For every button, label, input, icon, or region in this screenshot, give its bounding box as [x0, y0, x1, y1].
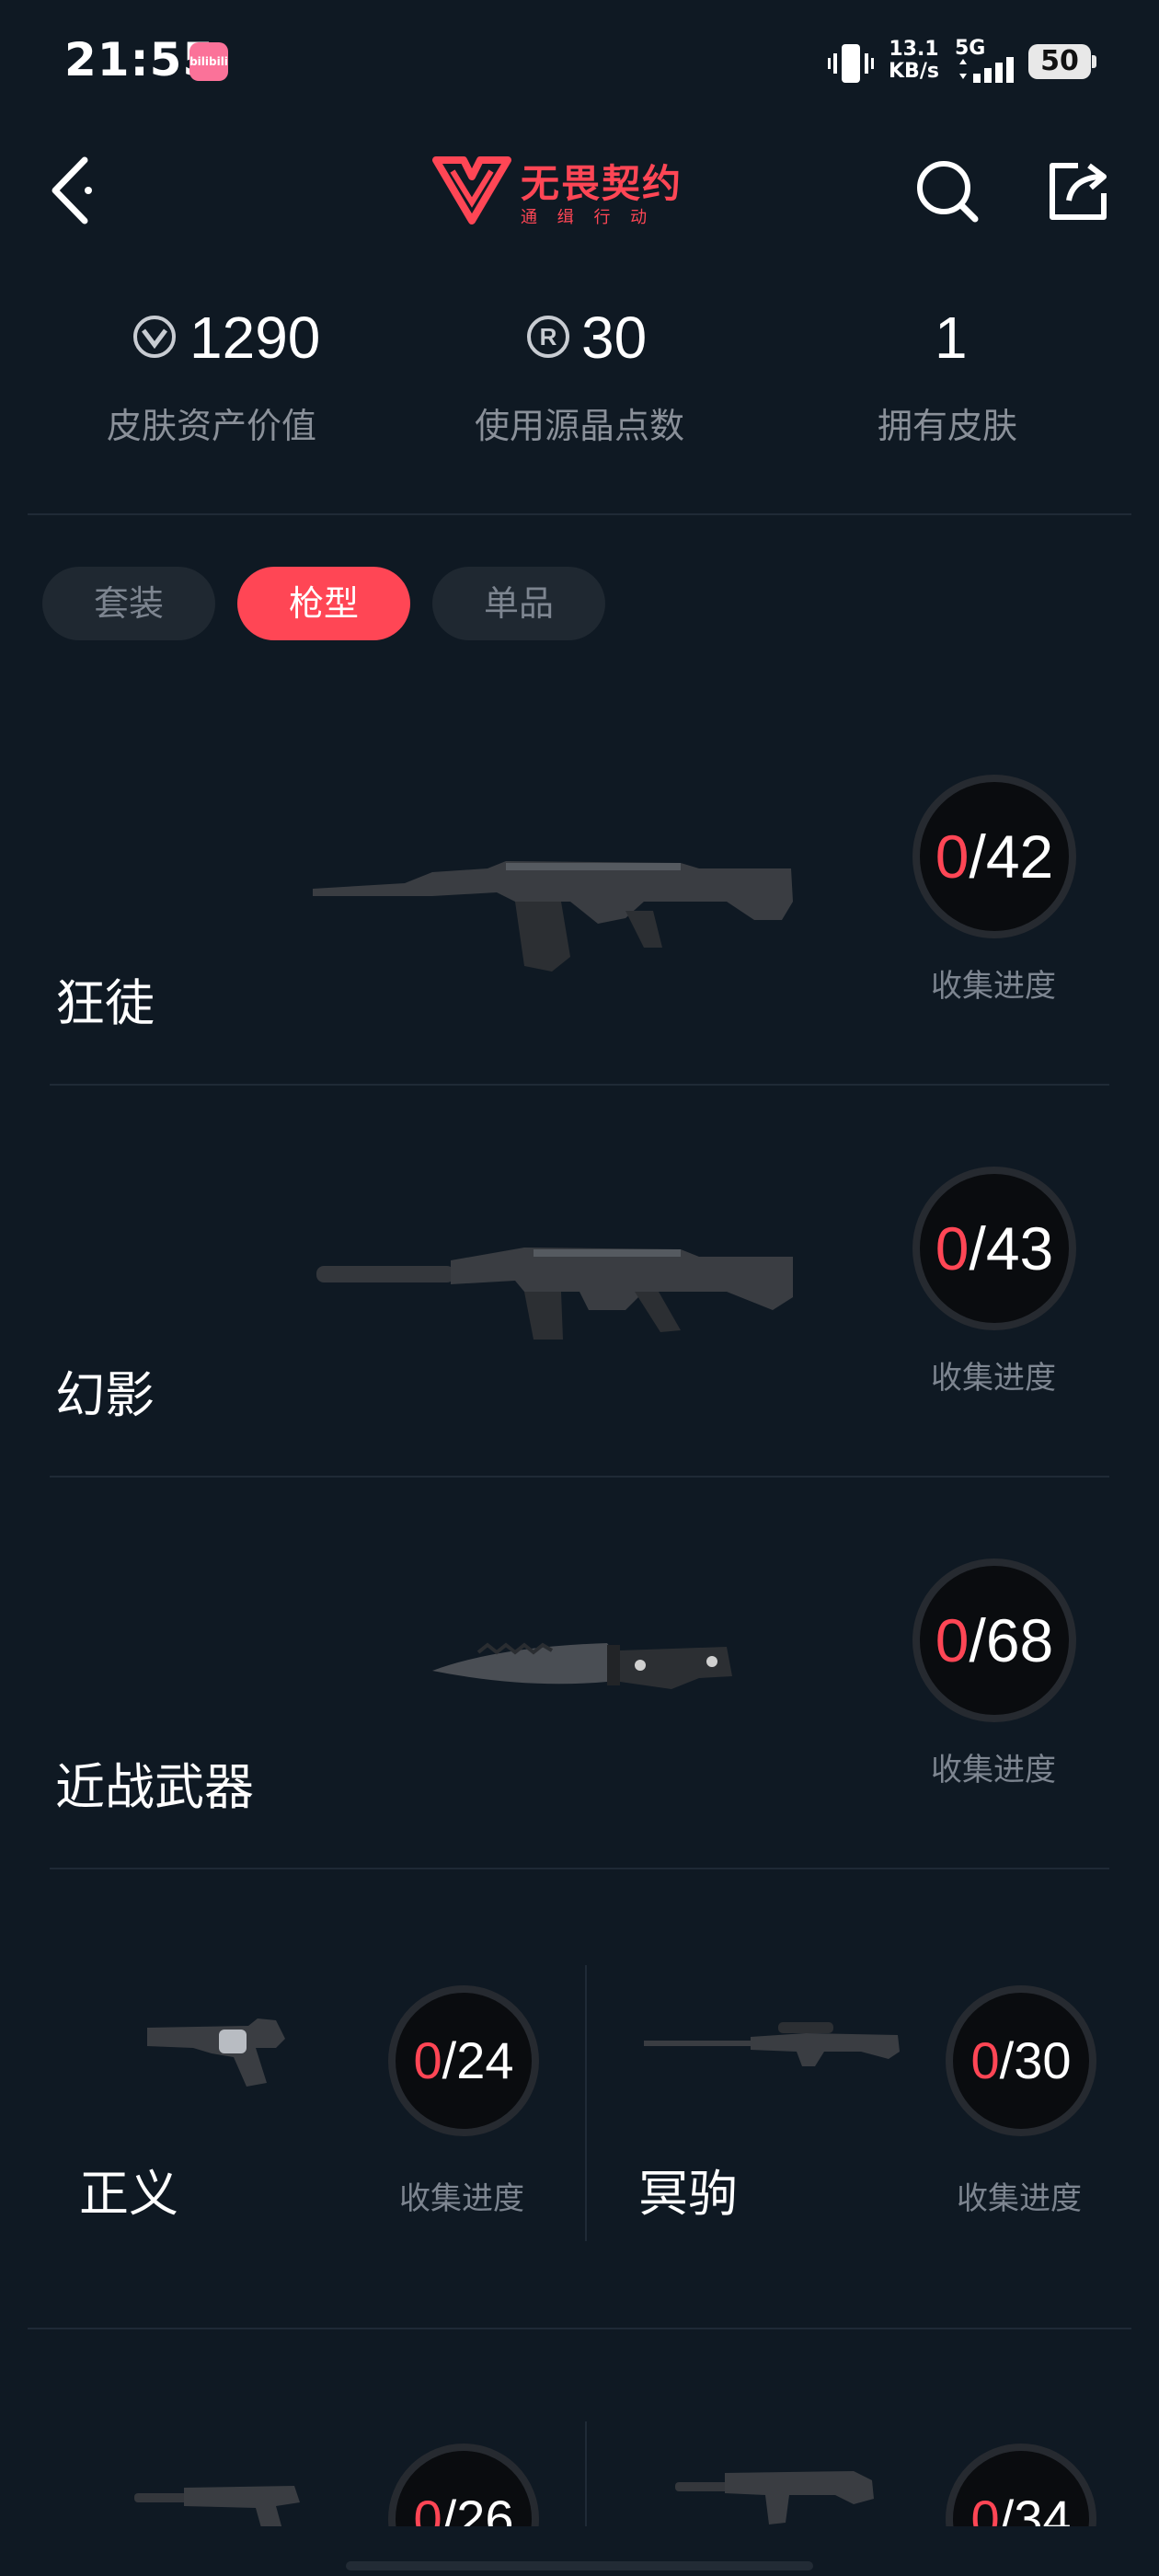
stats-divider: [28, 513, 1131, 515]
search-icon[interactable]: [914, 158, 981, 224]
logo-subtitle: 通 缉 行 动: [521, 208, 655, 227]
weapon-name: 正义: [79, 2165, 178, 2223]
collection-progress-ring: 0/26: [388, 2444, 539, 2526]
weapon-card-smg[interactable]: 0/34: [587, 2337, 1131, 2526]
back-arrow-icon[interactable]: [48, 156, 94, 224]
collection-progress-ring: 0/43: [912, 1167, 1076, 1330]
total-count: /26: [442, 2490, 514, 2526]
collection-progress-ring: 0/30: [946, 1985, 1096, 2136]
owned-count: 0: [935, 822, 970, 891]
share-icon[interactable]: [1045, 158, 1111, 224]
collection-progress-ring: 0/42: [912, 775, 1076, 938]
gesture-navigation-bar[interactable]: [346, 2561, 813, 2570]
owned-count: 0: [935, 1606, 970, 1674]
radianite-icon: R: [527, 316, 569, 358]
owned-count: 0: [970, 2490, 1000, 2526]
tab-sets[interactable]: 套装: [42, 567, 215, 640]
collection-progress-ring: 0/24: [388, 1985, 539, 2136]
logo-title: 无畏契约: [521, 161, 683, 206]
operator-sniper-image: [644, 2022, 900, 2066]
row-divider: [50, 1868, 1109, 1869]
stat-value-asset: 1290: [189, 305, 321, 371]
weapon-name: 狂徒: [55, 974, 155, 1032]
total-count: /43: [969, 1214, 1054, 1282]
row-divider: [28, 2328, 1131, 2329]
owned-count: 0: [413, 2031, 442, 2089]
progress-label: 收集进度: [399, 2180, 524, 2217]
total-count: /68: [969, 1606, 1054, 1674]
progress-label: 收集进度: [931, 1752, 1056, 1788]
collection-progress-ring: 0/68: [912, 1558, 1076, 1722]
bilibili-notification-icon: bilibili: [189, 42, 228, 81]
weapon-card-operator[interactable]: 冥驹 0/30 收集进度: [587, 1941, 1131, 2245]
progress-label: 收集进度: [931, 968, 1056, 1005]
collection-progress-ring: 0/34: [946, 2444, 1096, 2526]
smg-image: [675, 2471, 874, 2524]
valorant-logo-icon: [432, 156, 511, 224]
row-divider: [50, 1476, 1109, 1478]
stat-label-radianite: 使用源晶点数: [474, 406, 684, 446]
weapon-name: 幻影: [55, 1366, 155, 1424]
signal-icon: [959, 57, 1014, 83]
valorant-points-icon: [133, 316, 176, 358]
phantom-rifle-image: [316, 1248, 793, 1340]
network-speed-unit: KB/s: [889, 60, 939, 83]
stat-value-owned: 1: [935, 305, 968, 371]
total-count: /24: [442, 2031, 514, 2089]
vandal-rifle-image: [313, 861, 793, 972]
owned-count: 0: [413, 2490, 442, 2526]
network-speed-value: 13.1: [889, 38, 939, 61]
weapon-card-sheriff[interactable]: 正义 0/24 收集进度: [28, 1941, 570, 2245]
row-divider: [50, 1084, 1109, 1086]
stat-label-asset: 皮肤资产价值: [106, 406, 316, 446]
weapon-row-vandal[interactable]: 狂徒 0/42 收集进度: [28, 736, 1131, 1084]
sheriff-pistol-image: [147, 2018, 285, 2087]
total-count: /30: [999, 2031, 1072, 2089]
weapon-name: 近战武器: [55, 1758, 254, 1816]
tab-weapon-type[interactable]: 枪型: [237, 567, 410, 640]
stat-value-radianite: 30: [581, 305, 648, 371]
stat-label-owned: 拥有皮肤: [877, 406, 1017, 446]
battery-tip: [1092, 55, 1096, 68]
weapon-row-melee[interactable]: 近战武器 0/68 收集进度: [28, 1520, 1131, 1868]
weapon-row-phantom[interactable]: 幻影 0/43 收集进度: [28, 1128, 1131, 1476]
tab-single-items[interactable]: 单品: [432, 567, 605, 640]
progress-label: 收集进度: [957, 2180, 1082, 2217]
progress-label: 收集进度: [931, 1360, 1056, 1397]
pistol-image: [134, 2486, 300, 2526]
total-count: /34: [999, 2490, 1072, 2526]
battery-level: 50: [1028, 44, 1091, 79]
weapon-name: 冥驹: [638, 2165, 738, 2223]
svg-text:R: R: [540, 323, 557, 351]
network-speed: 13.1 KB/s: [889, 39, 939, 83]
vibrate-icon: [828, 44, 874, 83]
weapon-card-pistol[interactable]: 0/26: [28, 2337, 570, 2526]
melee-knife-image: [432, 1642, 732, 1689]
owned-count: 0: [970, 2031, 1000, 2089]
weapon-grid-partial-row: 0/26 0/34: [0, 2337, 1159, 2526]
owned-count: 0: [935, 1214, 970, 1282]
total-count: /42: [969, 822, 1054, 891]
